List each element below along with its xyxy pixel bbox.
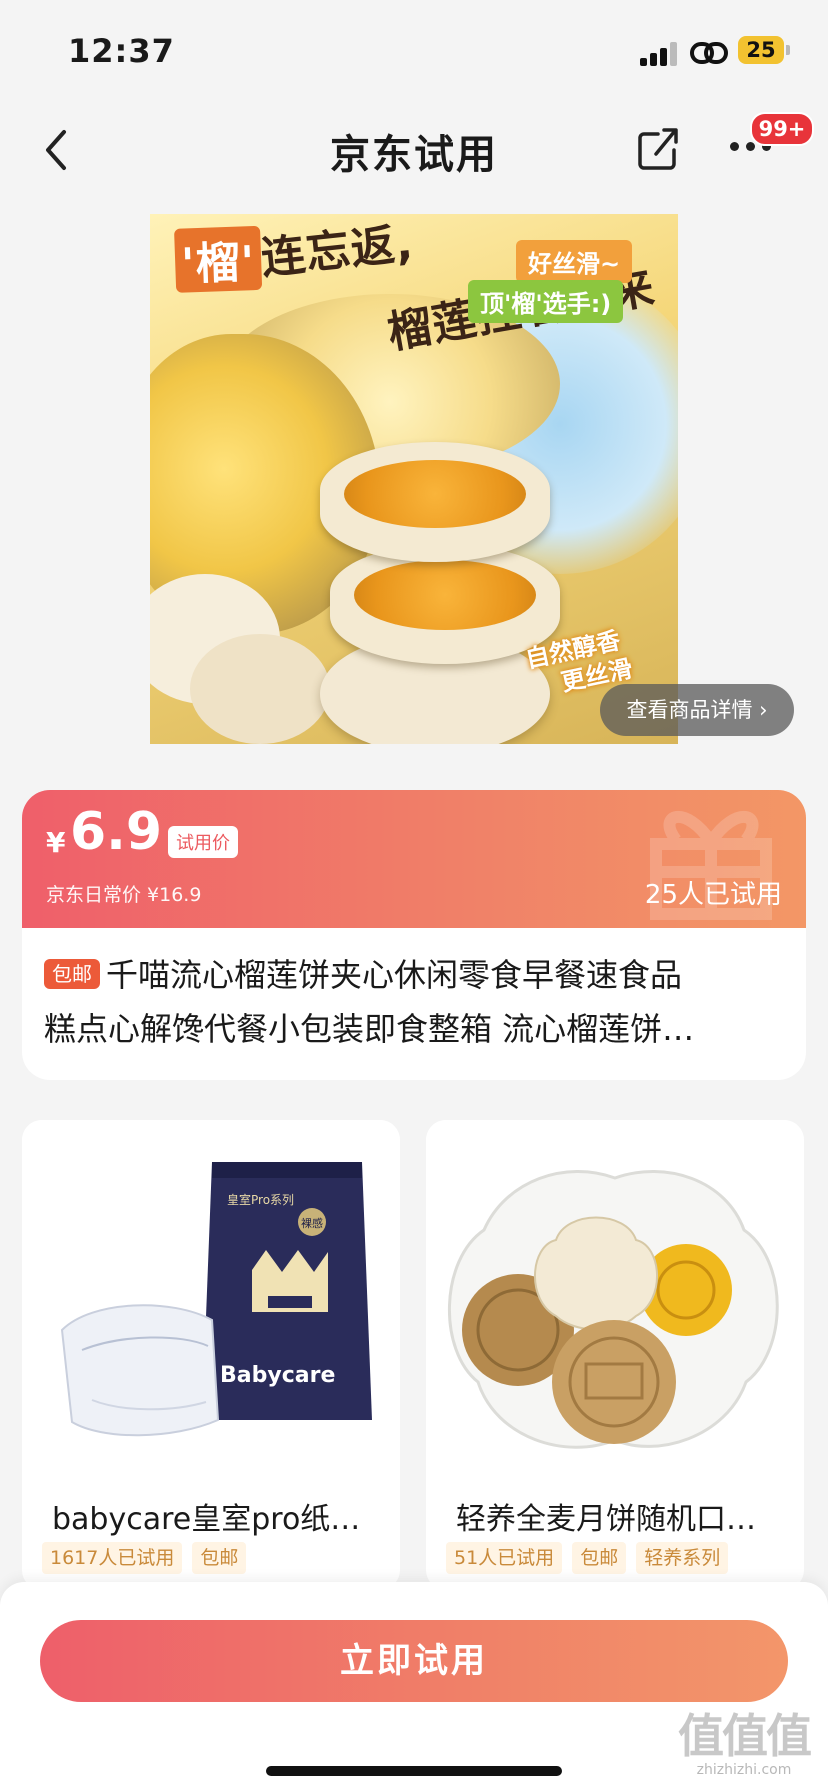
- home-indicator: [266, 1766, 562, 1776]
- signal-icon: [640, 42, 678, 66]
- tag-free-shipping: 包邮: [192, 1542, 247, 1574]
- battery-tip: [786, 45, 790, 55]
- watermark: 值值值 zhizhizhi.com: [674, 1710, 814, 1778]
- tag-free-shipping: 包邮: [572, 1542, 627, 1574]
- share-icon[interactable]: [636, 124, 680, 172]
- nav-bar: 京东试用 99+: [0, 100, 828, 196]
- recommendation-card[interactable]: 轻养全麦月饼随机口… 51人已试用 包邮 轻养系列: [426, 1120, 804, 1590]
- tag-series: 轻养系列: [636, 1542, 729, 1574]
- tried-count: 25人已试用: [644, 880, 782, 910]
- recommendation-title: babycare皇室pro纸…: [52, 1502, 361, 1537]
- hero-headline-box: '榴': [174, 225, 263, 293]
- hero-tag-1: 好丝滑~: [516, 240, 633, 283]
- status-time: 12:37: [68, 32, 175, 70]
- link-icon: [690, 42, 728, 64]
- page-title: 京东试用: [330, 132, 498, 178]
- product-title[interactable]: 包邮 千喵流心榴莲饼夹心休闲零食早餐速食品 糕点心解馋代餐小包装即食整箱 流心榴莲…: [44, 948, 784, 1056]
- currency-symbol: ¥: [46, 826, 66, 859]
- watermark-url: zhizhizhi.com: [696, 1762, 792, 1778]
- hero-headline-1: '榴'连忘返,: [172, 214, 416, 296]
- view-details-button[interactable]: 查看商品详情 ›: [600, 684, 794, 736]
- tag-tried-count: 51人已试用: [446, 1542, 563, 1574]
- try-now-button[interactable]: 立即试用: [40, 1620, 788, 1702]
- package-series: 皇室Pro系列: [227, 1192, 294, 1207]
- recommendation-tags: 51人已试用 包邮 轻养系列: [446, 1542, 796, 1578]
- regular-price: 京东日常价 ¥16.9: [46, 884, 202, 906]
- product-info-card: ¥ 6.9 试用价 京东日常价 ¥16.9 25人已试用 包邮 千喵流心榴莲饼夹心…: [22, 790, 806, 1080]
- status-bar: 12:37 25: [0, 0, 828, 100]
- diaper-product-image: Babycare 皇室Pro系列 裸感: [22, 1120, 400, 1480]
- trial-price-label: 试用价: [168, 826, 238, 858]
- hero-tag-2: 顶'榴'选手:): [468, 280, 624, 323]
- battery-icon: 25: [738, 36, 784, 64]
- product-title-line1: 包邮 千喵流心榴莲饼夹心休闲零食早餐速食品: [44, 948, 784, 1002]
- recommendation-title: 轻养全麦月饼随机口…: [456, 1502, 756, 1537]
- product-title-text-1: 千喵流心榴莲饼夹心休闲零食早餐速食品: [106, 956, 683, 994]
- recommendation-card[interactable]: Babycare 皇室Pro系列 裸感 babycare皇室pro纸… 1617…: [22, 1120, 400, 1590]
- watermark-logo: 值值值: [678, 1709, 812, 1763]
- price-header: ¥ 6.9 试用价 京东日常价 ¥16.9 25人已试用: [22, 790, 806, 928]
- free-shipping-badge: 包邮: [44, 959, 100, 989]
- mooncake-product-image: [426, 1120, 804, 1480]
- notification-badge: 99+: [750, 112, 814, 146]
- package-badge: 裸感: [301, 1216, 323, 1230]
- mooncake-top-image: [320, 442, 550, 562]
- product-title-line2: 糕点心解馋代餐小包装即食整箱 流心榴莲饼…: [44, 1010, 695, 1048]
- product-hero-image[interactable]: '榴'连忘返, 榴莲控看过来 好丝滑~ 顶'榴'选手:) 自然醇香 更丝滑: [150, 214, 678, 744]
- tag-tried-count: 1617人已试用: [42, 1542, 183, 1574]
- recommendation-tags: 1617人已试用 包邮: [42, 1542, 392, 1578]
- hero-headline-rest: 连忘返,: [258, 217, 416, 285]
- package-brand: Babycare: [220, 1363, 335, 1388]
- trial-price: 6.9: [70, 802, 163, 862]
- side-cake-image-2: [190, 634, 330, 744]
